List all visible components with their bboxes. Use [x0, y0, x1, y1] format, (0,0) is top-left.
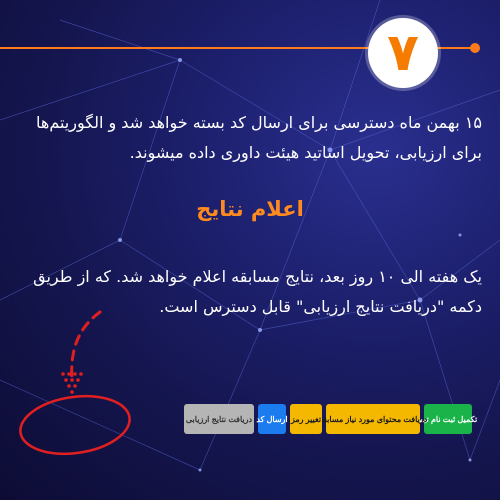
- action-buttons: تکمیل ثبت نام تیم دریافت محتوای مورد نیا…: [184, 404, 477, 434]
- results-paragraph: یک هفته الی ۱۰ روز بعد، نتایج مسابقه اعل…: [33, 267, 482, 316]
- step-number-badge: ۷: [368, 18, 438, 88]
- complete-registration-button[interactable]: تکمیل ثبت نام تیم: [419, 404, 477, 434]
- accent-dot: [470, 43, 480, 53]
- change-password-button[interactable]: تغییر رمز: [290, 404, 322, 434]
- get-content-button[interactable]: دریافت محتوای مورد نیاز مسابقه: [319, 404, 427, 434]
- section-title: اعلام نتایج: [196, 197, 304, 221]
- intro-paragraph: ۱۵ بهمن ماه دسترسی برای ارسال کد بسته خو…: [36, 113, 482, 162]
- get-results-button[interactable]: دریافت نتایج ارزیابی: [184, 404, 254, 434]
- send-code-button[interactable]: ارسال کد: [256, 404, 288, 434]
